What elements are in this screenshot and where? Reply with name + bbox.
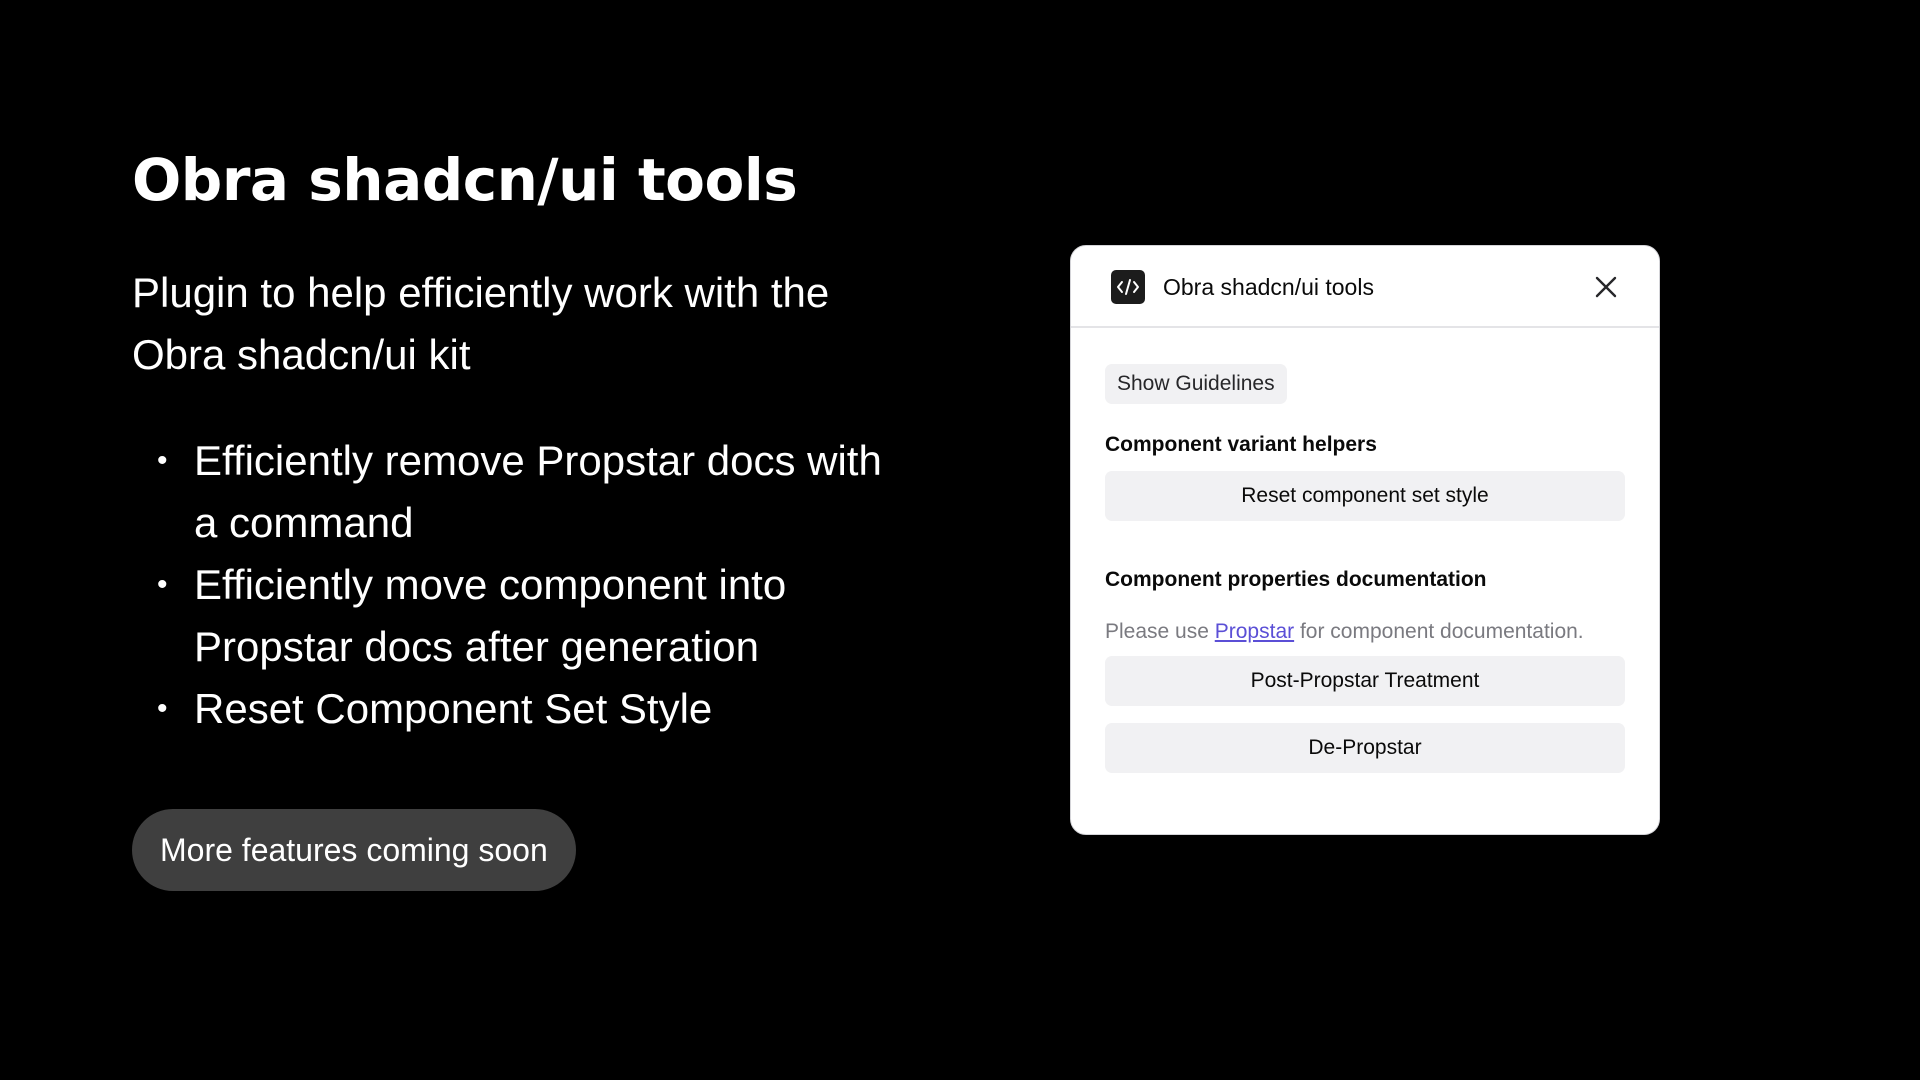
slide-subtitle: Plugin to help efficiently work with the… — [132, 262, 952, 386]
feature-text-line-1: Reset Component Set Style — [194, 685, 713, 732]
feature-text-line-2: Propstar docs after generation — [194, 623, 759, 670]
bullet-icon: • — [157, 692, 168, 725]
plugin-title: Obra shadcn/ui tools — [1163, 274, 1374, 300]
properties-documentation-heading: Component properties documentation — [1105, 568, 1487, 591]
feature-item: • Efficiently remove Propstar docs with … — [132, 430, 972, 554]
variant-helpers-heading: Component variant helpers — [1105, 433, 1377, 456]
close-icon — [1595, 276, 1617, 298]
slide: Obra shadcn/ui tools Plugin to help effi… — [0, 0, 1920, 1080]
reset-component-set-style-button[interactable]: Reset component set style — [1105, 471, 1625, 521]
subtitle-line-1: Plugin to help efficiently work with the — [132, 269, 830, 316]
feature-text-line-1: Efficiently remove Propstar docs with — [194, 437, 882, 484]
slide-title: Obra shadcn/ui tools — [132, 146, 798, 214]
feature-item: • Reset Component Set Style — [132, 678, 972, 740]
code-icon — [1111, 270, 1145, 304]
bullet-icon: • — [157, 568, 168, 601]
show-guidelines-button[interactable]: Show Guidelines — [1105, 364, 1287, 404]
coming-soon-pill: More features coming soon — [132, 809, 576, 891]
de-propstar-button[interactable]: De-Propstar — [1105, 723, 1625, 773]
note-prefix: Please use — [1105, 620, 1215, 643]
post-propstar-treatment-button[interactable]: Post-Propstar Treatment — [1105, 656, 1625, 706]
note-suffix: for component documentation. — [1294, 620, 1584, 643]
feature-list: • Efficiently remove Propstar docs with … — [132, 430, 972, 740]
plugin-window: Obra shadcn/ui tools Show Guidelines Com… — [1070, 245, 1660, 835]
feature-item: • Efficiently move component into Propst… — [132, 554, 972, 678]
bullet-icon: • — [157, 444, 168, 477]
feature-text-line-1: Efficiently move component into — [194, 561, 787, 608]
feature-text-line-2: a command — [194, 499, 414, 546]
plugin-header: Obra shadcn/ui tools — [1071, 246, 1659, 328]
subtitle-line-2: Obra shadcn/ui kit — [132, 331, 471, 378]
propstar-link[interactable]: Propstar — [1215, 620, 1294, 643]
documentation-note: Please use Propstar for component docume… — [1105, 620, 1584, 644]
close-button[interactable] — [1591, 272, 1621, 302]
